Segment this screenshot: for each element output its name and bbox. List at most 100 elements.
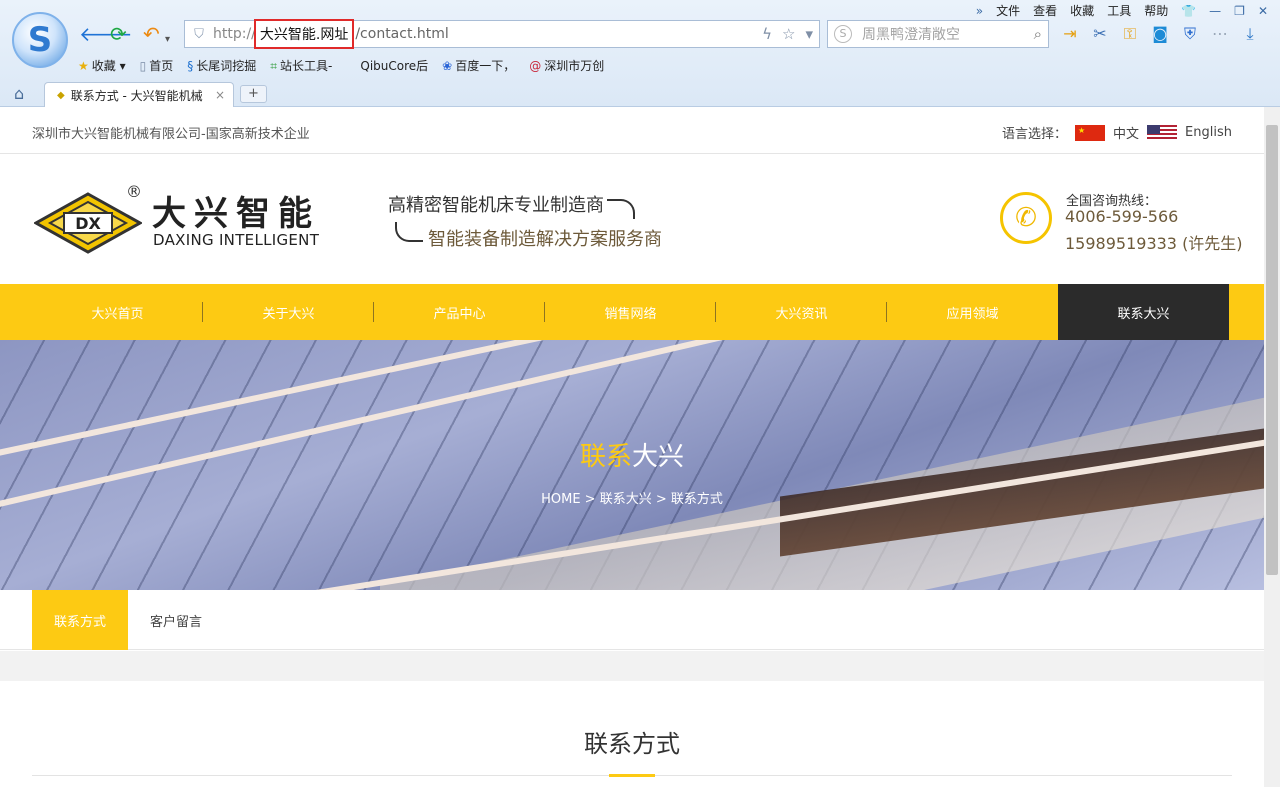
hotline-number: 4006-599-566 — [1065, 207, 1179, 226]
undo-icon[interactable]: ↶ — [143, 22, 160, 46]
swoosh-decor-icon — [395, 222, 423, 242]
us-flag-icon[interactable] — [1147, 124, 1178, 141]
url-protocol: http:// — [213, 26, 256, 42]
nav-sales-network[interactable]: 销售网络 — [545, 284, 716, 340]
slogan-1: 高精密智能机床专业制造商 — [388, 195, 604, 216]
bookmark-shenzhen[interactable]: @ 深圳市万创 — [529, 57, 604, 74]
menu-favorites[interactable]: 收藏 — [1070, 2, 1094, 19]
restore-icon[interactable]: ❐ — [1234, 4, 1245, 18]
logo-chinese: 大兴智能 — [152, 194, 320, 234]
section-divider — [0, 651, 1264, 681]
minimize-icon[interactable]: — — [1209, 4, 1221, 18]
menu-file[interactable]: 文件 — [996, 2, 1020, 19]
menu-help[interactable]: 帮助 — [1144, 2, 1168, 19]
toolbar-icons: ⇥ ✂ ⚿ ◙ ⛨ ⋯ ⤓ — [1060, 24, 1260, 44]
hotline-mobile: 15989519333 (许先生) — [1065, 234, 1243, 253]
tab-contact[interactable]: ◆ 联系方式 - 大兴智能机械 × — [44, 82, 234, 107]
security-shield-icon[interactable]: ⛉ — [185, 27, 213, 42]
scissors-icon[interactable]: ✂ — [1090, 24, 1110, 44]
browser-menu-bar: » 文件 查看 收藏 工具 帮助 👕 — ❐ ✕ — [976, 2, 1268, 19]
logo-english: DAXING INTELLIGENT — [153, 231, 320, 249]
bookmark-favorites[interactable]: ★ 收藏 ▾ — [78, 57, 126, 74]
lang-label: 语言选择： — [1002, 127, 1068, 142]
nav-about[interactable]: 关于大兴 — [203, 284, 374, 340]
company-line: 深圳市大兴智能机械有限公司-国家高新技术企业 — [32, 127, 310, 142]
download-icon[interactable]: ⤓ — [1240, 24, 1260, 44]
key-icon[interactable]: ⚿ — [1120, 24, 1140, 44]
bookmark-webmaster[interactable]: ⌗ 站长工具- — [270, 57, 332, 74]
slogan-2: 智能装备制造解决方案服务商 — [428, 229, 662, 250]
subnav-contact-info[interactable]: 联系方式 — [32, 590, 128, 650]
phone-icon: ✆ — [1000, 192, 1052, 244]
bookmark-baidu[interactable]: ❀ 百度一下， — [442, 57, 515, 74]
lang-cn-link[interactable]: 中文 — [1113, 123, 1139, 142]
crop-icon: ⌗ — [270, 59, 278, 73]
section-title: 联系方式 — [584, 730, 680, 758]
web-page: 深圳市大兴智能机械有限公司-国家高新技术企业 语言选择： 中文 English … — [0, 107, 1264, 787]
lang-en-link[interactable]: English — [1185, 125, 1232, 140]
page-scrollbar[interactable] — [1264, 107, 1280, 787]
s-icon: § — [187, 59, 194, 73]
nav-products[interactable]: 产品中心 — [374, 284, 545, 340]
shield-check-icon[interactable]: ⛨ — [1180, 24, 1200, 44]
nav-home[interactable]: 大兴首页 — [32, 284, 203, 340]
refresh-icon[interactable]: ⟳ — [110, 22, 127, 46]
bookmarks-bar: ★ 收藏 ▾ ▯ 首页 § 长尾词挖掘 ⌗ 站长工具- QibuCore后 ❀ 百度一下，… — [78, 57, 604, 74]
sub-nav: 联系方式 客户留言 — [0, 590, 1264, 650]
site-topbar: 深圳市大兴智能机械有限公司-国家高新技术企业 语言选择： 中文 English — [0, 107, 1264, 154]
search-box[interactable]: S 周黑鸭澄清敞空 ⌕ — [827, 20, 1049, 48]
page-icon: ▯ — [139, 59, 147, 73]
undo-dropdown-icon[interactable]: ▾ — [165, 28, 170, 52]
bookmark-qibucore[interactable]: QibuCore后 — [360, 57, 428, 74]
star-icon[interactable]: ☆ — [782, 25, 795, 43]
favicon-icon: ◆ — [57, 89, 65, 101]
subnav-message[interactable]: 客户留言 — [128, 590, 224, 650]
banner-title: 联系大兴 — [0, 436, 1264, 473]
main-nav: 大兴首页 关于大兴 产品中心 销售网络 大兴资讯 应用领域 联系大兴 — [0, 284, 1264, 340]
registered-mark-icon: ® — [126, 182, 142, 201]
menu-expand-icon[interactable]: » — [976, 4, 983, 18]
home-icon[interactable]: ⌂ — [14, 84, 24, 103]
tab-title: 联系方式 - 大兴智能机械 — [70, 88, 203, 103]
search-input[interactable]: 周黑鸭澄清敞空 — [862, 24, 960, 44]
at-icon: @ — [529, 59, 542, 73]
nav-applications[interactable]: 应用领域 — [887, 284, 1058, 340]
address-dropdown-icon[interactable]: ▾ — [805, 25, 813, 43]
search-icon[interactable]: ⌕ — [1034, 25, 1048, 43]
nav-news[interactable]: 大兴资讯 — [716, 284, 887, 340]
tab-close-icon[interactable]: × — [215, 88, 225, 102]
swoosh-decor-icon — [607, 199, 635, 219]
bookmark-home[interactable]: ▯ 首页 — [140, 57, 174, 74]
language-selector: 语言选择： 中文 English — [1002, 123, 1232, 142]
bookmark-longtail[interactable]: § 长尾词挖掘 — [187, 57, 256, 74]
hero-banner: 联系大兴 HOME > 联系大兴 > 联系方式 — [0, 340, 1264, 590]
china-flag-icon[interactable] — [1075, 124, 1106, 141]
close-window-icon[interactable]: ✕ — [1258, 4, 1268, 18]
section-underline — [609, 774, 655, 777]
lightning-icon[interactable]: ϟ — [762, 25, 772, 43]
new-tab-button[interactable]: + — [240, 85, 267, 103]
breadcrumb: HOME > 联系大兴 > 联系方式 — [541, 492, 723, 507]
browser-chrome: S » 文件 查看 收藏 工具 帮助 👕 — ❐ ✕ 🡐 ⟳ ↶ ▾ ⛉ htt… — [0, 0, 1280, 107]
logo-mark-text: DX — [75, 214, 101, 233]
skin-icon[interactable]: 👕 — [1181, 4, 1196, 18]
sogou-browser-logo-icon[interactable]: S — [12, 12, 68, 68]
address-bar[interactable]: ⛉ http:// 大兴智能.网址 /contact.html ϟ ☆ ▾ — [184, 19, 820, 49]
url-domain-highlight: 大兴智能.网址 — [253, 19, 355, 49]
nav-contact[interactable]: 联系大兴 — [1058, 284, 1229, 340]
url-path: /contact.html — [355, 26, 449, 42]
scrollbar-thumb[interactable] — [1266, 125, 1278, 575]
banner-title-highlight: 联系 — [579, 442, 632, 472]
daxing-logo-icon[interactable]: DX — [34, 192, 142, 254]
site-header: DX ® 大兴智能 DAXING INTELLIGENT 高精密智能机床专业制造… — [0, 154, 1264, 284]
paw-icon: ❀ — [442, 59, 453, 73]
login-icon[interactable]: ⇥ — [1060, 24, 1080, 44]
search-tool-icon[interactable]: ◙ — [1150, 24, 1170, 44]
more-icon[interactable]: ⋯ — [1210, 24, 1230, 44]
menu-view[interactable]: 查看 — [1033, 2, 1057, 19]
banner-title-rest: 大兴 — [632, 442, 685, 472]
tab-bar: ⌂ ◆ 联系方式 - 大兴智能机械 × + — [0, 82, 1280, 107]
search-engine-icon[interactable]: S — [834, 25, 852, 43]
star-icon: ★ — [78, 59, 89, 73]
menu-tools[interactable]: 工具 — [1107, 2, 1131, 19]
